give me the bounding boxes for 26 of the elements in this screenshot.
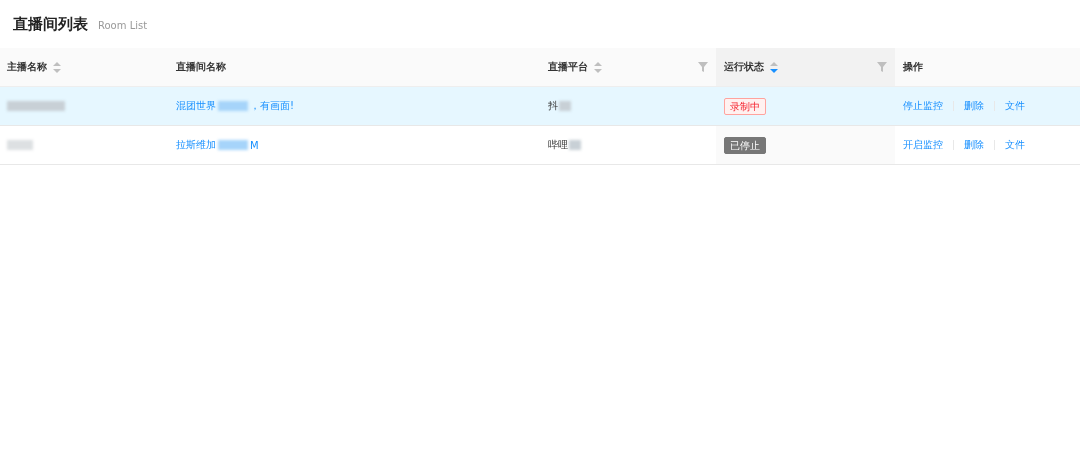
page-title: 直播间列表 [13,15,88,34]
action-link[interactable]: 开启监控 [903,138,943,152]
action-link[interactable]: 删除 [964,138,984,152]
column-header[interactable]: 操作 [895,48,1080,87]
platform-name: 哔哩 [548,138,568,152]
blurred-text [218,101,248,111]
room-link[interactable]: 拉斯维加 M [176,138,259,152]
action-link[interactable]: 停止监控 [903,99,943,113]
status-tag: 已停止 [724,136,766,154]
blurred-text [218,140,248,150]
room-link[interactable]: 混团世界 ，有画面! [176,99,294,113]
action-link[interactable]: 删除 [964,99,984,113]
column-header[interactable]: 主播名称 [0,48,168,87]
filter-icon[interactable] [698,62,708,72]
page-subtitle: Room List [98,20,148,31]
column-header[interactable]: 直播间名称 [168,48,540,87]
platform-name: 抖 [548,99,558,113]
filter-icon[interactable] [877,62,887,72]
status-tag: 录制中 [724,97,766,115]
action-link[interactable]: 文件 [1005,99,1025,113]
sort-icon[interactable] [53,61,61,73]
column-header[interactable]: 直播平台 [540,48,716,87]
action-link[interactable]: 文件 [1005,138,1025,152]
column-header[interactable]: 运行状态 [716,48,895,87]
sort-icon[interactable] [770,61,778,73]
sort-icon[interactable] [594,61,602,73]
